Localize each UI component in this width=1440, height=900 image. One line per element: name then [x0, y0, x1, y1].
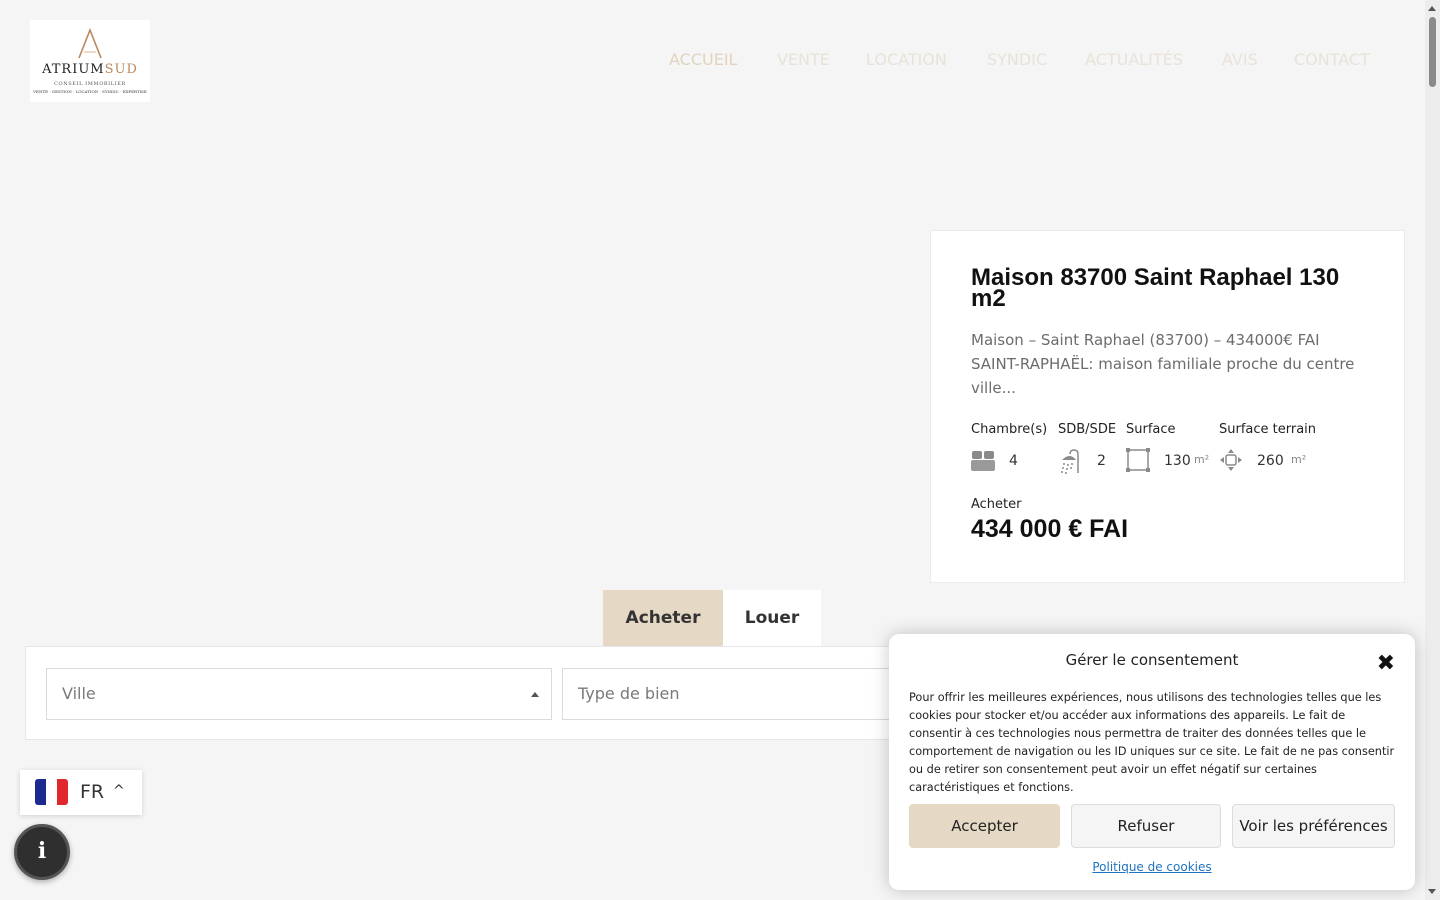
feature-label-surface: Surface	[1126, 422, 1176, 437]
nav-actualites[interactable]: ACTUALITÉS	[1085, 50, 1183, 69]
feature-value-bathrooms: 2	[1097, 453, 1106, 469]
feature-unit-land: m²	[1291, 453, 1307, 466]
logo-brand-accent: SUD	[104, 62, 138, 77]
property-card[interactable]: Maison 83700 Saint Raphael 130 m2 Maison…	[930, 230, 1405, 583]
consent-title: Gérer le consentement	[1065, 651, 1239, 669]
nav-avis[interactable]: AVIS	[1222, 50, 1258, 69]
scroll-up-arrow-icon[interactable]	[1428, 6, 1436, 11]
search-panel: Ville Type de bien	[25, 646, 1025, 740]
logo-a-mark-icon	[78, 28, 102, 59]
cookie-consent-dialog: Gérer le consentement ✖ Pour offrir les …	[889, 634, 1415, 890]
feature-value-bedrooms: 4	[1009, 453, 1018, 469]
property-price: 434 000 € FAI	[971, 515, 1129, 543]
nav-location[interactable]: LOCATION	[866, 50, 947, 69]
logo-tagline: CONSEIL IMMOBILIER	[54, 81, 126, 87]
accept-button[interactable]: Accepter	[909, 804, 1060, 848]
nav-contact[interactable]: CONTACT	[1294, 50, 1370, 69]
logo-services: VENTE · GESTION · LOCATION · SYNDIC · EX…	[33, 89, 147, 94]
close-icon[interactable]: ✖	[1377, 651, 1395, 676]
info-icon: i	[37, 838, 47, 864]
consent-text: Pour offrir les meilleures expériences, …	[909, 691, 1395, 794]
language-switcher[interactable]: FR ^	[20, 770, 142, 815]
site-logo[interactable]: ATRIUMSUD CONSEIL IMMOBILIER VENTE · GES…	[30, 20, 150, 102]
tab-louer[interactable]: Louer	[723, 590, 821, 646]
type-placeholder: Type de bien	[578, 684, 680, 703]
property-title[interactable]: Maison 83700 Saint Raphael 130 m2	[971, 266, 1371, 311]
nav-vente[interactable]: VENTE	[777, 50, 830, 69]
area-icon	[1126, 448, 1150, 472]
property-description: Maison – Saint Raphael (83700) – 434000€…	[971, 331, 1355, 397]
language-code: FR	[80, 781, 105, 803]
feature-value-surface: 130	[1164, 453, 1191, 469]
nav-accueil[interactable]: ACCUEIL	[669, 50, 737, 69]
shower-icon	[1061, 449, 1079, 474]
feature-label-bathrooms: SDB/SDE	[1058, 422, 1117, 437]
french-flag-icon	[35, 779, 68, 805]
cookie-policy-link[interactable]: Politique de cookies	[889, 860, 1415, 874]
refuse-button[interactable]: Refuser	[1071, 804, 1221, 848]
feature-value-land: 260	[1257, 453, 1284, 469]
feature-label-bedrooms: Chambre(s)	[971, 422, 1048, 437]
feature-label-land: Surface terrain	[1219, 422, 1317, 437]
logo-brand: ATRIUMSUD	[30, 62, 150, 77]
page-scrollbar[interactable]	[1425, 0, 1440, 900]
transaction-type: Acheter	[971, 497, 1022, 512]
tab-acheter[interactable]: Acheter	[603, 590, 723, 646]
preferences-button[interactable]: Voir les préférences	[1232, 804, 1395, 848]
scrollbar-thumb[interactable]	[1429, 17, 1436, 87]
nav-syndic[interactable]: SYNDIC	[987, 50, 1047, 69]
logo-brand-main: ATRIUM	[42, 62, 105, 77]
bed-icon	[971, 451, 995, 471]
scroll-down-arrow-icon[interactable]	[1428, 889, 1436, 894]
caret-up-icon	[531, 692, 539, 697]
land-icon	[1220, 449, 1242, 471]
ville-placeholder: Ville	[62, 684, 96, 703]
chevron-up-icon: ^	[113, 783, 125, 799]
feature-unit-surface: m²	[1194, 453, 1210, 466]
ville-select[interactable]: Ville	[46, 668, 552, 720]
info-button[interactable]: i	[14, 824, 70, 880]
